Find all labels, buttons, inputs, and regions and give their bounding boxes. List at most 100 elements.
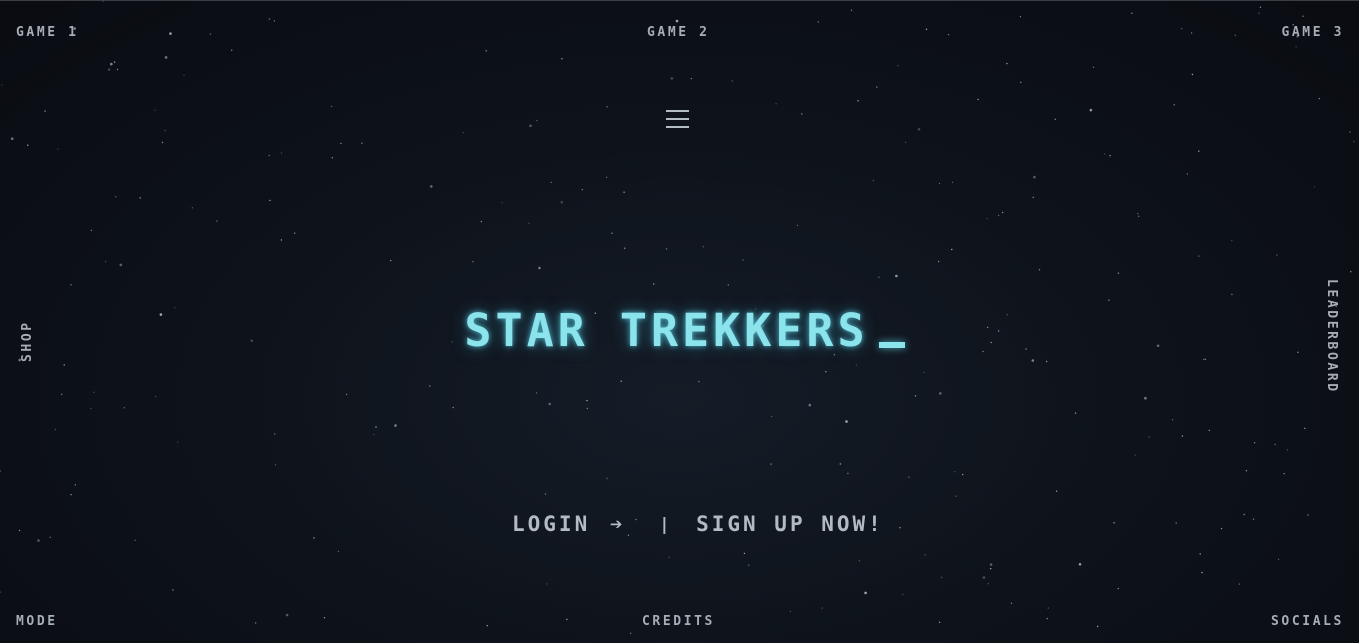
star (1134, 454, 1137, 456)
star (274, 433, 276, 435)
star (1245, 470, 1248, 472)
star (1144, 396, 1147, 400)
star (923, 371, 925, 374)
nav-game-2[interactable]: GAME 2 (647, 25, 710, 40)
star (864, 591, 867, 595)
star (986, 218, 988, 220)
star (962, 473, 964, 476)
star (49, 536, 51, 538)
star (1020, 81, 1022, 84)
star (1113, 522, 1115, 524)
star (789, 610, 792, 613)
star (115, 196, 117, 198)
star (268, 18, 271, 20)
star (1096, 625, 1099, 628)
star (624, 247, 626, 249)
star (550, 181, 552, 184)
star (1078, 563, 1082, 566)
star (955, 495, 957, 497)
star (850, 9, 853, 11)
star (858, 560, 861, 562)
star (337, 550, 340, 553)
star (535, 392, 538, 394)
star (462, 132, 464, 134)
star (107, 68, 111, 71)
signup-link[interactable]: SIGN UP NOW! (696, 512, 884, 536)
star (702, 246, 705, 248)
star (313, 537, 315, 539)
star (116, 68, 119, 71)
star (989, 563, 993, 566)
star (1186, 173, 1189, 175)
star (586, 407, 588, 410)
star (1019, 16, 1022, 18)
star (330, 105, 333, 108)
star (1252, 518, 1255, 520)
star (670, 77, 674, 80)
star (274, 464, 277, 466)
star (1092, 66, 1095, 69)
star (1089, 108, 1093, 112)
star (1148, 436, 1150, 438)
star (1253, 442, 1256, 444)
nav-game-3[interactable]: GAME 3 (1281, 25, 1344, 40)
star (340, 142, 342, 145)
star (1283, 473, 1285, 475)
right-arrow-icon[interactable]: ➔ (610, 512, 626, 536)
star (375, 426, 377, 428)
star (899, 527, 901, 529)
star (27, 144, 29, 146)
nav-game-1[interactable]: GAME 1 (16, 25, 79, 40)
star (796, 224, 799, 227)
star (1307, 514, 1309, 516)
star (345, 393, 348, 396)
star (1208, 429, 1211, 432)
star (0, 591, 1, 593)
star (1137, 212, 1139, 215)
star (164, 56, 168, 59)
star (1234, 34, 1237, 36)
nav-socials[interactable]: SOCIALS (1271, 614, 1344, 629)
star (1274, 443, 1276, 446)
star (1181, 435, 1184, 437)
star (280, 239, 283, 241)
star (119, 263, 123, 267)
star (1047, 607, 1050, 609)
hamburger-menu-icon[interactable] (666, 110, 690, 132)
star (560, 200, 564, 204)
star (665, 248, 668, 250)
star (480, 220, 483, 223)
star (1313, 186, 1316, 188)
page-title: STAR TREKKERS (464, 304, 869, 357)
star (139, 197, 141, 199)
star (698, 380, 700, 383)
auth-links: LOGIN ➔ | SIGN UP NOW! (512, 512, 884, 536)
star (70, 284, 72, 286)
star (1286, 449, 1289, 451)
star (914, 395, 917, 397)
star (1350, 271, 1352, 273)
login-link[interactable]: LOGIN (512, 512, 590, 536)
star (1295, 46, 1297, 48)
star (623, 191, 625, 193)
nav-credits[interactable]: CREDITS (642, 614, 715, 629)
star (839, 463, 841, 465)
star (37, 539, 40, 542)
star (486, 625, 488, 627)
star (924, 554, 926, 556)
star (1046, 617, 1049, 620)
star (951, 248, 953, 251)
star (285, 613, 289, 617)
star (561, 58, 563, 60)
star (1190, 32, 1193, 34)
star (216, 220, 218, 222)
star (269, 199, 271, 202)
star (294, 232, 296, 234)
star (1201, 571, 1203, 574)
star (566, 618, 568, 621)
star (951, 181, 954, 184)
nav-mode[interactable]: MODE (16, 614, 58, 629)
star (1117, 587, 1120, 590)
star (44, 110, 46, 112)
star (1353, 140, 1355, 143)
